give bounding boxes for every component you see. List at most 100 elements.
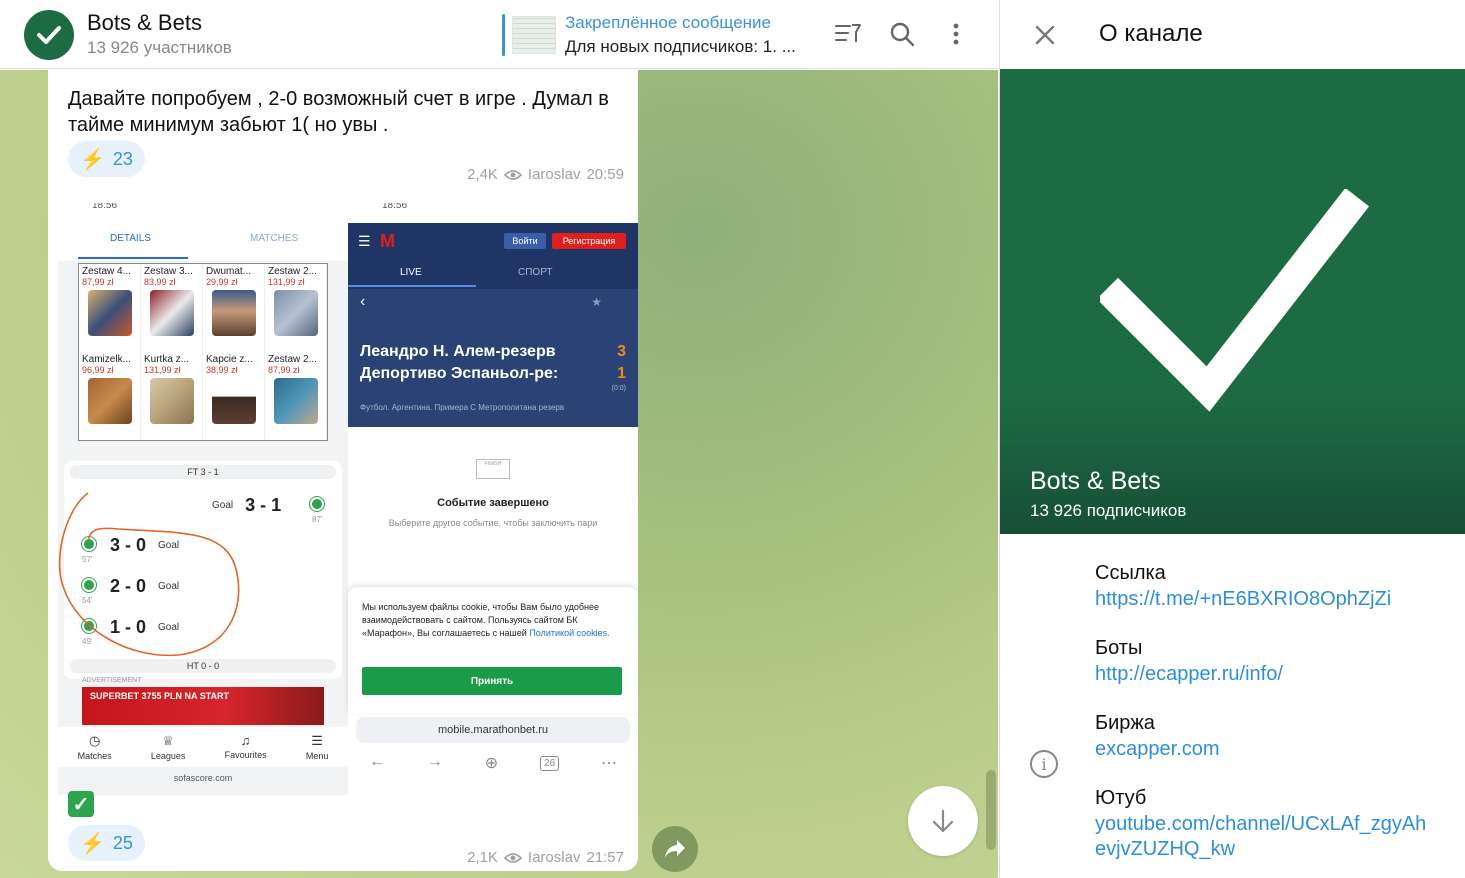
browser-url-bar: mobile.marathonbet.ru — [356, 717, 630, 743]
nav-leagues: ♕ Leagues — [151, 733, 186, 761]
reaction-button[interactable]: ⚡ 25 — [68, 825, 145, 861]
cookie-text: Мы используем файлы cookie, чтобы Вам бы… — [362, 601, 622, 640]
channel-avatar[interactable] — [24, 10, 74, 60]
arrow-down-icon — [932, 809, 954, 833]
close-button[interactable] — [1030, 20, 1060, 50]
filter-button[interactable] — [832, 18, 864, 50]
checkmark-icon — [37, 26, 61, 44]
pinned-text[interactable]: Для новых подписчиков: 1. ... — [565, 37, 796, 57]
share-arrow-icon — [665, 840, 685, 858]
full-time-bar: FT 3 - 1 — [70, 465, 336, 479]
ad-item: Zestaw 2... 87,99 zł — [265, 352, 327, 440]
ad-item: Zestaw 3... 83,99 zł — [141, 264, 203, 352]
ad-title: Kurtka z... — [144, 354, 190, 365]
search-icon — [890, 22, 915, 47]
field-label: Ссылка — [1095, 562, 1166, 584]
channel-title[interactable]: Bots & Bets — [87, 10, 202, 36]
ad-image — [87, 378, 132, 424]
field-label: Биржа — [1095, 712, 1155, 734]
bottom-navigation: ◷ Matches ♕ Leagues ♫ Favourites ☰ Menu — [58, 727, 348, 767]
pinned-title[interactable]: Закреплённое сообщение — [565, 13, 771, 33]
eye-icon — [503, 852, 522, 863]
goal-minute: 87' — [312, 515, 323, 524]
message-author: Iaroslav — [527, 849, 581, 866]
annotation-circle — [58, 492, 240, 657]
tab-live: LIVE — [400, 267, 422, 278]
browser-url: sofascore.com — [173, 773, 233, 783]
plus-icon: ⊕ — [484, 755, 499, 772]
tab-sport: СПОРТ — [518, 267, 553, 278]
filter-icon — [835, 24, 861, 42]
league-name: Футбол. Аргентина. Примера С Метрополита… — [360, 403, 565, 412]
message-time: 20:59 — [586, 166, 624, 183]
ad-item: Zestaw 4... 87,99 zł — [79, 264, 141, 352]
team-away: Депортиво Эспаньол-ре: — [360, 365, 559, 382]
youtube-link[interactable]: youtube.com/channel/UCxLAf_zgyAh — [1095, 813, 1426, 836]
share-button[interactable] — [652, 826, 698, 872]
info-icon: i — [1030, 750, 1058, 778]
checkmark-emoji-icon: ✓ — [68, 791, 94, 817]
ad-image — [211, 290, 256, 336]
tab-details: DETAILS — [110, 233, 151, 244]
event-card: ‹ ★ Леандро Н. Алем-резерв Депортиво Эсп… — [348, 289, 638, 427]
nav-label: Matches — [77, 751, 112, 761]
team-home: Леандро Н. Алем-резерв — [360, 343, 556, 360]
ad-price: 38,99 zł — [206, 365, 238, 375]
tab-underline — [78, 257, 188, 259]
scrollbar-thumb[interactable] — [986, 770, 996, 850]
ad-title: Zestaw 4... — [82, 266, 131, 277]
eye-icon — [503, 169, 522, 180]
field-label: Ютуб — [1095, 787, 1147, 809]
search-button[interactable] — [886, 18, 918, 50]
browser-toolbar: ← → ⊕ 26 ⋯ — [348, 753, 638, 773]
exchange-link[interactable]: excapper.com — [1095, 738, 1220, 761]
ad-image — [149, 378, 194, 424]
ad-title: Kamizelk... — [82, 354, 131, 365]
channel-info-panel: О канале Bots & Bets 13 926 подписчиков … — [999, 0, 1465, 878]
info-header: О канале — [1000, 0, 1465, 69]
login-button: Войти — [504, 233, 546, 249]
more-button[interactable] — [940, 18, 972, 50]
finish-badge: FINISH — [484, 461, 502, 467]
advert-label: ADVERTISEMENT — [82, 677, 142, 684]
message-meta: 2,4K Iaroslav 20:59 — [467, 166, 624, 183]
photo-attachment[interactable]: 18:56 DETAILS MATCHES Zestaw 4... 87,99 z… — [58, 203, 638, 795]
message-meta: 2,1K Iaroslav 21:57 — [467, 849, 624, 866]
invite-link[interactable]: https://t.me/+nE6BXRIO8OphZjZi — [1095, 588, 1391, 611]
ad-image — [87, 290, 132, 336]
chat-area[interactable]: Давайте попробуем , 2-0 возможный счет в… — [0, 70, 998, 878]
ad-price: 87,99 zł — [82, 277, 114, 287]
ad-item: Kamizelk... 96,99 zł — [79, 352, 141, 440]
message-bubble[interactable]: 18:56 DETAILS MATCHES Zestaw 4... 87,99 z… — [48, 203, 638, 871]
forward-icon: → — [426, 753, 443, 770]
views-count: 2,1K — [467, 849, 498, 866]
nav-label: Favourites — [224, 750, 267, 760]
browser-url: mobile.marathonbet.ru — [437, 724, 549, 736]
trophy-icon: ♕ — [162, 733, 174, 748]
register-button: Регистрация — [552, 233, 626, 249]
nav-matches: ◷ Matches — [78, 733, 112, 761]
bots-link[interactable]: http://ecapper.ru/info/ — [1095, 663, 1283, 686]
ad-price: 131,99 zł — [268, 277, 305, 287]
tab-underline — [348, 285, 476, 287]
ad-price: 29,99 zł — [206, 277, 238, 287]
ads-grid: Zestaw 4... 87,99 zł Zestaw 3... 83,99 zł … — [78, 263, 328, 441]
scroll-down-button[interactable] — [908, 786, 978, 856]
ball-icon — [310, 497, 324, 511]
pinned-indicator — [502, 14, 505, 56]
reaction-button[interactable]: ⚡ 23 — [68, 141, 145, 177]
message-time: 21:57 — [586, 849, 624, 866]
lightning-icon: ⚡ — [80, 148, 105, 171]
channel-cover[interactable]: Bots & Bets 13 926 подписчиков — [1000, 69, 1465, 534]
youtube-link-cont[interactable]: evjvZUZHQ_kw — [1095, 838, 1235, 861]
finish-flag-icon: FINISH — [476, 459, 510, 479]
marathonbet-header: ☰ M Войти Регистрация LIVE СПОРТ — [348, 223, 638, 289]
channel-name: Bots & Bets — [1030, 467, 1161, 495]
ad-image — [211, 378, 256, 424]
checkmark-icon — [1100, 189, 1370, 412]
info-title: О канале — [1099, 20, 1203, 47]
ad-item: Zestaw 2... 131,99 zł — [265, 264, 327, 352]
back-icon: ← — [368, 753, 385, 770]
ad-title: Zestaw 3... — [144, 266, 193, 277]
pinned-thumbnail[interactable] — [512, 16, 556, 54]
